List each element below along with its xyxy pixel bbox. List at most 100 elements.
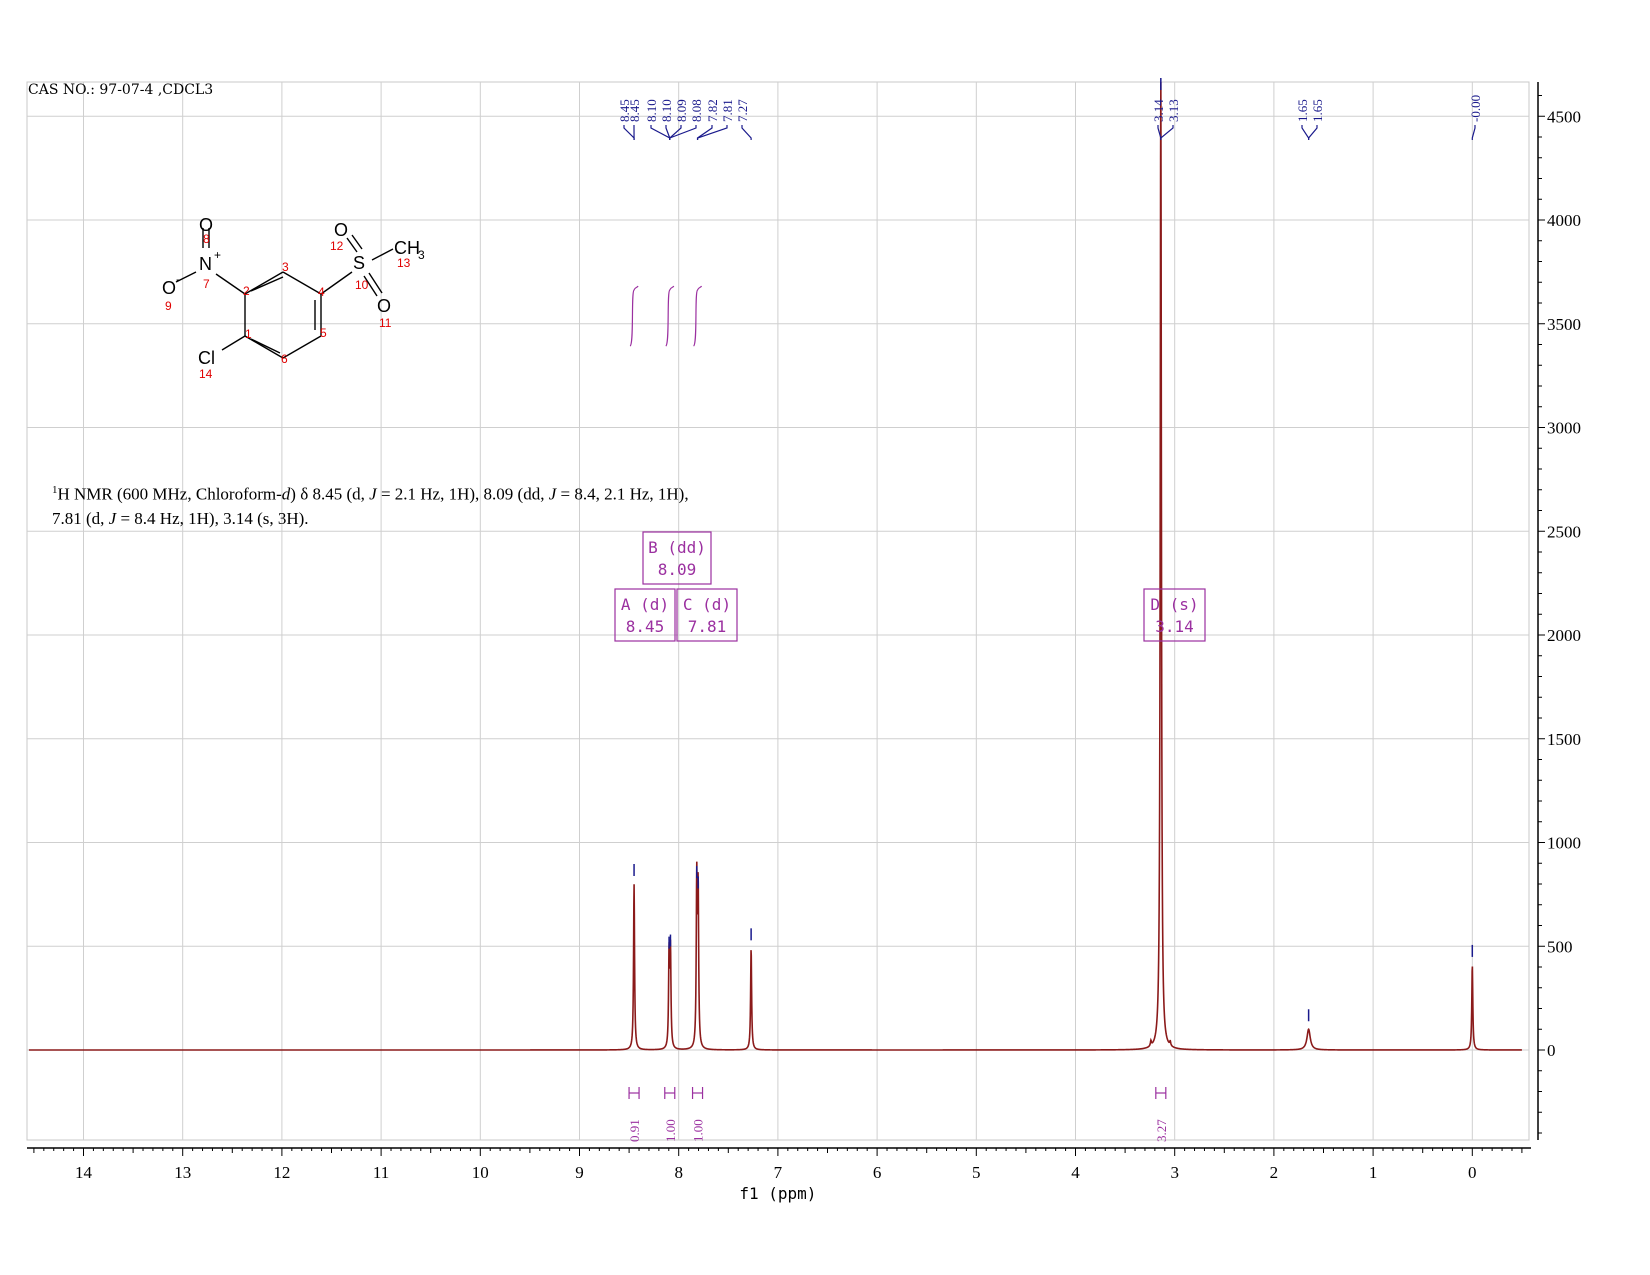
structure-bonds [175,228,394,359]
peak-shift-label: 8.10 [644,99,659,122]
nmr-spectrum-chart: 14 13 12 11 10 9 8 7 6 5 4 3 2 1 0f1 (ppm)050010001500… [26,78,1581,1203]
integral-layer: 0.91 1.00 1.00 3.27 [627,1087,1169,1142]
atom-number-12: 12 [330,239,344,253]
peak-label-leader [1308,125,1318,140]
y-tick-label: 3000 [1547,419,1581,438]
y-tick-label: 4000 [1547,211,1581,230]
atom-n7-label: N [199,254,212,274]
atom-ch3-label: CH [394,238,420,258]
desc-j-1: J [369,484,377,504]
x-tick-label: 13 [174,1163,191,1182]
y-tick-label: 2000 [1547,626,1581,645]
desc-part-2: ) δ 8.45 (d, [290,484,370,504]
ring-number-1: 1 [245,327,252,341]
integral-value: 1.00 [663,1119,678,1142]
integral-value: 0.91 [627,1119,642,1142]
integral-curve [629,285,639,347]
peak-label-layer: 8.458.45 8.10 8.10 8.09 8.08 7.82 7.81 7.27 3.14… [617,95,1483,140]
spectrum-line [28,82,1522,1051]
spectrum-layer [28,78,1522,1051]
x-tick-label: 8 [674,1163,683,1182]
multiplet-label: A (d) [621,595,669,614]
integral-curve [665,285,675,347]
ring-number-5: 5 [320,326,327,340]
peak-label-leader [623,125,635,140]
atom-o9-charge: - [176,272,180,286]
multiplet-shift: 8.45 [626,617,665,636]
atom-number-11: 11 [379,316,392,330]
cas-number-label: CAS NO.: 97-07-4 ,CDCL3 [28,82,214,98]
atom-number-14: 14 [199,367,213,381]
multiplet-label: D (s) [1150,595,1198,614]
desc-part-5: 7.81 (d, [52,508,109,528]
atom-o9-label: O [162,278,176,298]
y-tick-label: 4500 [1547,107,1581,126]
atom-s10-label: S [353,253,365,273]
x-tick-label: 6 [873,1163,882,1182]
y-tick-label: 2500 [1547,522,1581,541]
desc-part-1: H NMR (600 MHz, Chloroform- [57,484,282,504]
ring-number-2: 2 [243,284,250,298]
desc-part-6: = 8.4 Hz, 1H), 3.14 (s, 3H). [116,508,309,528]
x-axis-label: f1 (ppm) [739,1184,816,1203]
atom-number-10: 10 [355,278,369,292]
x-tick-label: 1 [1369,1163,1378,1182]
x-tick-label: 5 [972,1163,981,1182]
peak-shift-label: 8.45 [627,99,642,122]
x-tick-label: 3 [1170,1163,1179,1182]
ring-number-4: 4 [318,285,325,299]
integral-curve-layer [629,285,703,347]
peak-label-leader [650,125,671,140]
peak-shift-label: 1.65 [1310,99,1325,122]
peak-shift-label: 7.81 [720,99,735,122]
ring-number-3: 3 [282,260,289,274]
y-tick-label: 3500 [1547,315,1581,334]
atom-number-7: 7 [203,277,210,291]
atom-number-9: 9 [165,299,172,313]
atom-number-8: 8 [203,232,210,246]
peak-shift-label: -0.00 [1468,95,1483,122]
atom-o12-label: O [334,220,348,240]
desc-part-4: = 8.4, 2.1 Hz, 1H), [556,484,689,504]
multiplet-layer: A (d) 8.45 B (dd) 8.09 C (d) 7.81 D (s) 3.14 [614,531,1206,642]
x-tick-label: 4 [1071,1163,1080,1182]
peak-shift-label: 7.82 [705,99,720,122]
atom-ch3-subscript: 3 [418,248,425,262]
x-tick-label: 9 [575,1163,584,1182]
y-tick-label: 0 [1547,1041,1556,1060]
peak-shift-label: 3.14 [1151,99,1166,122]
integral-value: 1.00 [691,1119,706,1142]
desc-part-3: = 2.1 Hz, 1H), 8.09 (dd, [376,484,549,504]
y-tick-label: 1000 [1547,834,1581,853]
peak-label-leader [1160,125,1174,140]
ring-number-6: 6 [281,352,288,366]
y-tick-label: 500 [1547,937,1573,956]
peak-shift-label: 8.10 [659,99,674,122]
peak-shift-label: 8.09 [674,99,689,122]
grid-layer [26,81,1530,1141]
multiplet-shift: 3.14 [1155,617,1194,636]
multiplet-label: C (d) [683,595,731,614]
atom-number-13: 13 [397,256,411,270]
multiplet-shift: 8.09 [658,560,697,579]
peak-shift-label: 7.27 [735,99,750,122]
x-tick-label: 7 [774,1163,783,1182]
peak-shift-label: 1.65 [1295,99,1310,122]
axis-layer: 14 13 12 11 10 9 8 7 6 5 4 3 2 1 0f1 (ppm)050010001500… [27,82,1581,1203]
peak-shift-label: 8.08 [689,99,704,122]
molecule-structure: O N + O - Cl S O O CH 3 8 7 9 14 10 12 1… [162,215,425,381]
atom-n7-charge: + [214,248,221,262]
nmr-description: 1H NMR (600 MHz, Chloroform-d) δ 8.45 (d… [52,478,772,531]
integral-curve [692,285,703,347]
y-tick-label: 1500 [1547,730,1581,749]
atom-o11-label: O [377,296,391,316]
x-tick-label: 0 [1468,1163,1477,1182]
multiplet-shift: 7.81 [688,617,727,636]
x-tick-label: 2 [1270,1163,1279,1182]
x-tick-label: 10 [472,1163,489,1182]
x-tick-label: 14 [75,1163,93,1182]
atom-cl14-label: Cl [198,348,215,368]
peak-label-leader [1301,125,1310,140]
x-tick-label: 11 [373,1163,389,1182]
multiplet-label: B (dd) [648,538,706,557]
